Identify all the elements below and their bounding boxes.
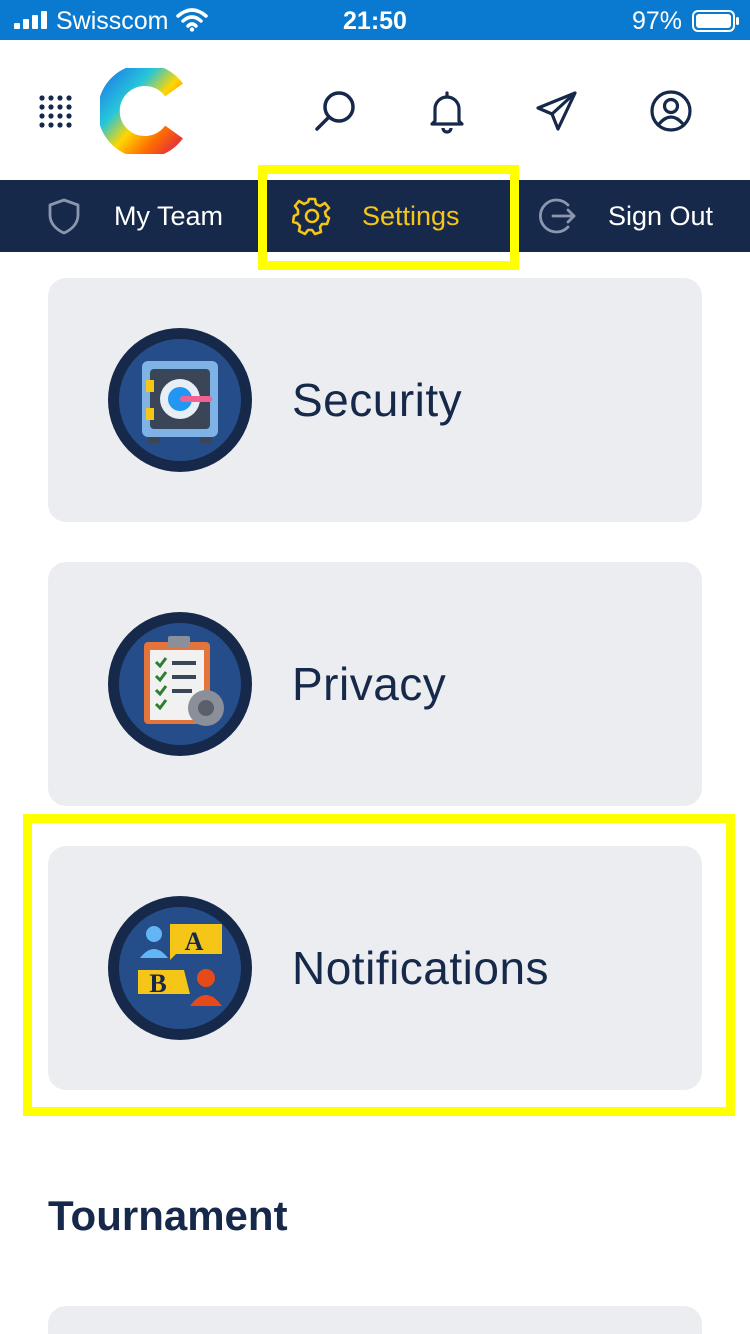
safe-icon	[108, 328, 252, 472]
settings-card-privacy[interactable]: Privacy	[48, 562, 702, 806]
settings-card-security[interactable]: Security	[48, 278, 702, 522]
battery-icon	[692, 10, 739, 32]
tab-label-settings: Settings	[362, 200, 460, 231]
svg-text:A: A	[185, 927, 204, 956]
settings-card-notifications[interactable]: A B Notifications	[48, 846, 702, 1090]
chat-people-icon: A B	[108, 896, 252, 1040]
tab-settings[interactable]: Settings	[292, 180, 460, 252]
tab-sign-out[interactable]: Sign Out	[538, 180, 713, 252]
top-nav-bar: My Team Settings Sign Out	[0, 180, 750, 252]
tab-label-my-team: My Team	[114, 200, 224, 231]
sign-out-icon	[539, 198, 576, 234]
app-logo[interactable]	[100, 68, 186, 154]
status-bar: Swisscom 21:50 97%	[0, 0, 750, 40]
card-label-security: Security	[292, 374, 463, 426]
user-profile-icon[interactable]	[648, 88, 694, 134]
bell-icon[interactable]	[424, 88, 470, 134]
tab-label-sign-out: Sign Out	[608, 200, 714, 231]
card-label-notifications: Notifications	[292, 942, 550, 994]
clipboard-checklist-icon	[108, 612, 252, 756]
svg-text:B: B	[149, 969, 166, 998]
app-header	[0, 40, 750, 180]
battery-percent: 97%	[631, 7, 682, 35]
search-icon[interactable]	[312, 88, 358, 134]
section-title-tournament: Tournament	[48, 1192, 288, 1239]
tab-my-team[interactable]: My Team	[44, 180, 223, 252]
grid-menu-icon[interactable]	[38, 94, 74, 130]
card-label-privacy: Privacy	[292, 658, 447, 710]
paper-plane-icon[interactable]	[534, 88, 580, 134]
tournament-card[interactable]	[48, 1306, 702, 1334]
shield-icon	[48, 198, 80, 235]
gear-icon	[292, 197, 331, 236]
